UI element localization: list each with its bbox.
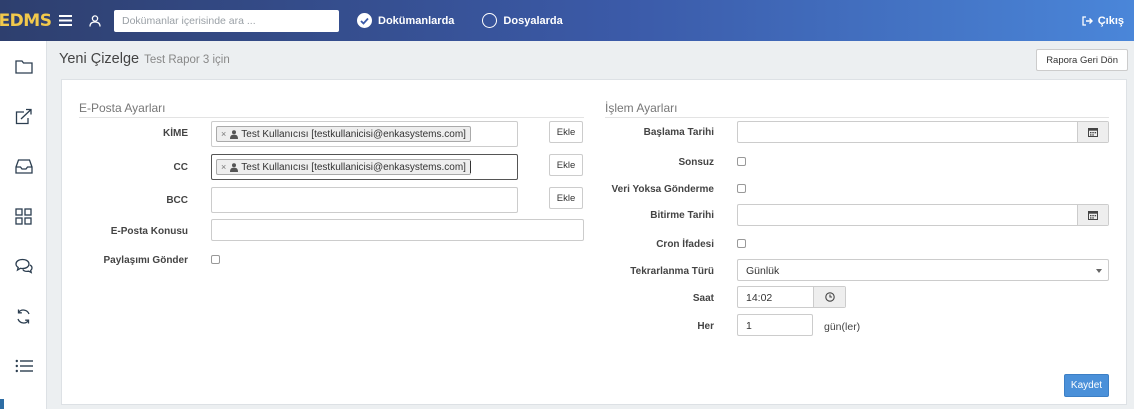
process-settings-legend: İşlem Ayarları: [605, 101, 1109, 118]
schedule-form-panel: E-Posta Ayarları KİME × Test Kullanıcısı…: [61, 79, 1127, 405]
no-data-send-checkbox[interactable]: [737, 184, 746, 193]
search-in-documents-radio[interactable]: Dokümanlarda: [357, 13, 454, 28]
top-bar: EDMS Dokümanlarda Dosyalarda Çıkış: [0, 0, 1134, 41]
email-subject-input[interactable]: [211, 219, 584, 241]
sidebar-item-share[interactable]: [0, 91, 47, 141]
chevron-down-icon: [1096, 269, 1102, 273]
back-to-report-button[interactable]: Rapora Geri Dön: [1036, 49, 1128, 71]
search-in-folders-radio[interactable]: Dosyalarda: [482, 13, 563, 28]
cc-recipient-tag: × Test Kullanıcısı [testkullanicisi@enka…: [216, 159, 471, 175]
hamburger-menu-icon[interactable]: [50, 0, 80, 41]
page-subtitle: Test Rapor 3 için: [144, 54, 230, 66]
sign-out-icon: [1082, 15, 1093, 26]
sidebar: [0, 41, 47, 409]
time-picker-button[interactable]: [813, 287, 845, 307]
logout-button[interactable]: Çıkış: [1082, 0, 1124, 41]
remove-recipient-icon[interactable]: ×: [221, 129, 226, 139]
save-button[interactable]: Kaydet: [1064, 374, 1109, 397]
infinite-checkbox[interactable]: [737, 157, 746, 166]
add-bcc-button[interactable]: Ekle: [549, 187, 583, 209]
cc-recipients-input[interactable]: × Test Kullanıcısı [testkullanicisi@enka…: [211, 154, 518, 180]
text-cursor: [470, 161, 471, 173]
sidebar-item-dashboard[interactable]: [0, 191, 47, 241]
search-input[interactable]: [114, 9, 339, 32]
page-title: Yeni Çizelge: [59, 51, 140, 67]
time-label: Saat: [692, 293, 714, 304]
repeat-type-value: Günlük: [746, 265, 780, 277]
send-share-checkbox[interactable]: [211, 255, 220, 264]
list-icon: [15, 359, 33, 373]
calendar-icon: [1088, 211, 1098, 220]
share-icon: [15, 108, 32, 124]
time-input[interactable]: 14:02: [737, 286, 846, 308]
repeat-type-select[interactable]: Günlük: [737, 259, 1109, 281]
send-share-label: Paylaşımı Gönder: [103, 255, 188, 266]
sidebar-item-comments[interactable]: [0, 241, 47, 291]
sidebar-item-sync[interactable]: [0, 291, 47, 341]
refresh-icon: [17, 308, 30, 324]
add-to-button[interactable]: Ekle: [549, 121, 583, 143]
app-logo[interactable]: EDMS: [0, 0, 52, 41]
time-value: 14:02: [746, 292, 773, 304]
search-in-folders-label: Dosyalarda: [503, 14, 563, 27]
end-date-input[interactable]: [737, 204, 1109, 226]
email-settings-legend: E-Posta Ayarları: [79, 101, 584, 118]
start-date-label: Başlama Tarihi: [643, 127, 714, 138]
end-date-label: Bitirme Tarihi: [650, 210, 714, 221]
clock-icon: [824, 292, 835, 302]
user-icon: [230, 129, 239, 139]
user-icon: [230, 162, 239, 172]
remove-recipient-icon[interactable]: ×: [221, 162, 226, 172]
logout-label: Çıkış: [1097, 14, 1124, 27]
start-date-picker-button[interactable]: [1077, 122, 1108, 142]
sidebar-item-list[interactable]: [0, 341, 47, 391]
every-interval-unit: gün(ler): [824, 321, 861, 333]
bcc-label: BCC: [166, 195, 188, 206]
to-recipients-input[interactable]: × Test Kullanıcısı [testkullanicisi@enka…: [211, 121, 518, 147]
to-recipient-text: Test Kullanıcısı [testkullanicisi@enkasy…: [241, 128, 466, 140]
every-interval-value: 1: [746, 320, 752, 332]
infinite-label: Sonsuz: [678, 157, 714, 168]
sidebar-item-folders[interactable]: [0, 41, 47, 91]
grid-icon: [15, 207, 32, 225]
comments-icon: [14, 258, 33, 274]
folder-icon: [14, 59, 33, 74]
bcc-recipients-input[interactable]: [211, 187, 518, 213]
to-recipient-tag: × Test Kullanıcısı [testkullanicisi@enka…: [216, 126, 471, 142]
email-subject-label: E-Posta Konusu: [110, 226, 188, 237]
to-label: KİME: [163, 128, 188, 139]
inbox-icon: [14, 158, 33, 174]
sidebar-active-indicator: [0, 399, 4, 409]
no-data-send-label: Veri Yoksa Gönderme: [611, 184, 714, 195]
cron-expression-checkbox[interactable]: [737, 239, 746, 248]
end-date-picker-button[interactable]: [1077, 205, 1108, 225]
cc-recipient-text: Test Kullanıcısı [testkullanicisi@enkasy…: [241, 161, 466, 173]
sidebar-item-inbox[interactable]: [0, 141, 47, 191]
every-label: Her: [697, 321, 714, 332]
every-interval-input[interactable]: 1: [737, 314, 813, 336]
radio-unchecked-icon: [482, 13, 498, 28]
repeat-type-label: Tekrarlanma Türü: [630, 266, 714, 277]
cc-label: CC: [173, 162, 188, 173]
user-icon[interactable]: [80, 0, 110, 41]
radio-checked-icon: [357, 13, 372, 28]
add-cc-button[interactable]: Ekle: [549, 154, 583, 176]
cron-expression-label: Cron İfadesi: [656, 239, 714, 250]
search-in-documents-label: Dokümanlarda: [378, 14, 455, 27]
calendar-icon: [1088, 128, 1098, 137]
page-header: Yeni Çizelge Test Rapor 3 için Rapora Ge…: [47, 41, 1134, 77]
start-date-input[interactable]: [737, 121, 1109, 143]
